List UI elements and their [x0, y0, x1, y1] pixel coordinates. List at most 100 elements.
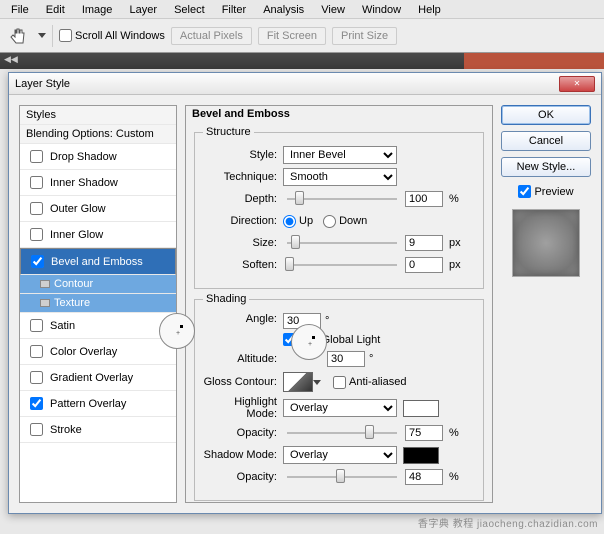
texture-icon — [40, 299, 50, 307]
anti-aliased-checkbox[interactable] — [333, 376, 346, 389]
inner-glow-checkbox[interactable] — [30, 228, 43, 241]
altitude-label: Altitude: — [203, 353, 283, 365]
size-label: Size: — [203, 237, 283, 249]
style-stroke[interactable]: Stroke — [20, 417, 176, 443]
preview-checkbox[interactable] — [518, 185, 531, 198]
style-inner-shadow[interactable]: Inner Shadow — [20, 170, 176, 196]
highlight-color-swatch[interactable] — [403, 400, 439, 417]
size-input[interactable] — [405, 235, 443, 251]
gloss-dropdown-icon[interactable] — [313, 380, 321, 385]
menu-view[interactable]: View — [314, 2, 352, 18]
menu-layer[interactable]: Layer — [122, 2, 164, 18]
pattern-overlay-checkbox[interactable] — [30, 397, 43, 410]
menu-select[interactable]: Select — [167, 2, 212, 18]
stroke-checkbox[interactable] — [30, 423, 43, 436]
style-inner-glow[interactable]: Inner Glow — [20, 222, 176, 248]
direction-up-radio[interactable] — [283, 215, 296, 228]
style-gradient-overlay[interactable]: Gradient Overlay — [20, 365, 176, 391]
layer-style-dialog: Layer Style ✕ Styles Blending Options: C… — [8, 72, 602, 514]
anti-aliased-label: Anti-aliased — [349, 376, 406, 388]
scroll-all-windows-checkbox[interactable] — [59, 29, 72, 42]
shadow-opacity-label: Opacity: — [203, 471, 283, 483]
soften-label: Soften: — [203, 259, 283, 271]
style-select[interactable]: Inner Bevel — [283, 146, 397, 164]
soften-input[interactable] — [405, 257, 443, 273]
gloss-contour-picker[interactable] — [283, 372, 313, 392]
cancel-button[interactable]: Cancel — [501, 131, 591, 151]
style-texture-sub[interactable]: Texture — [20, 294, 176, 313]
structure-group: Structure Style: Inner Bevel Technique: … — [194, 126, 484, 289]
fit-screen-button[interactable]: Fit Screen — [258, 27, 326, 45]
size-slider[interactable] — [287, 242, 397, 244]
print-size-button[interactable]: Print Size — [332, 27, 397, 45]
style-contour-sub[interactable]: Contour — [20, 275, 176, 294]
menu-window[interactable]: Window — [355, 2, 408, 18]
new-style-button[interactable]: New Style... — [501, 157, 591, 177]
shadow-mode-select[interactable]: Overlay — [283, 446, 397, 464]
highlight-opacity-unit: % — [449, 427, 459, 439]
menu-file[interactable]: File — [4, 2, 36, 18]
styles-list: Styles Blending Options: Custom Drop Sha… — [19, 105, 177, 503]
gloss-contour-label: Gloss Contour: — [203, 376, 283, 388]
styles-header[interactable]: Styles — [20, 106, 176, 125]
panel-title: Bevel and Emboss — [186, 106, 492, 122]
highlight-mode-select[interactable]: Overlay — [283, 399, 397, 417]
drop-shadow-checkbox[interactable] — [30, 150, 43, 163]
style-color-overlay[interactable]: Color Overlay — [20, 339, 176, 365]
depth-input[interactable] — [405, 191, 443, 207]
outer-glow-checkbox[interactable] — [30, 202, 43, 215]
highlight-opacity-slider[interactable] — [287, 432, 397, 434]
close-icon[interactable]: ✕ — [559, 76, 595, 92]
style-drop-shadow[interactable]: Drop Shadow — [20, 144, 176, 170]
satin-checkbox[interactable] — [30, 319, 43, 332]
highlight-opacity-input[interactable] — [405, 425, 443, 441]
style-bevel-emboss[interactable]: Bevel and Emboss — [20, 248, 176, 275]
preview-thumbnail — [512, 209, 580, 277]
depth-slider[interactable] — [287, 198, 397, 200]
bevel-panel: Bevel and Emboss Structure Style: Inner … — [185, 105, 493, 503]
style-outer-glow[interactable]: Outer Glow — [20, 196, 176, 222]
ok-button[interactable]: OK — [501, 105, 591, 125]
angle-label: Angle: — [203, 313, 283, 325]
shadow-opacity-input[interactable] — [405, 469, 443, 485]
style-label: Style: — [203, 149, 283, 161]
style-pattern-overlay[interactable]: Pattern Overlay — [20, 391, 176, 417]
angle-altitude-dial[interactable]: + — [291, 324, 327, 360]
inner-shadow-checkbox[interactable] — [30, 176, 43, 189]
menu-analysis[interactable]: Analysis — [256, 2, 311, 18]
menu-help[interactable]: Help — [411, 2, 448, 18]
structure-legend: Structure — [203, 126, 254, 138]
altitude-input[interactable] — [327, 351, 365, 367]
gradient-overlay-checkbox[interactable] — [30, 371, 43, 384]
preview-label: Preview — [534, 186, 573, 198]
shadow-color-swatch[interactable] — [403, 447, 439, 464]
style-satin[interactable]: Satin — [20, 313, 176, 339]
shadow-opacity-slider[interactable] — [287, 476, 397, 478]
highlight-opacity-label: Opacity: — [203, 427, 283, 439]
menu-filter[interactable]: Filter — [215, 2, 253, 18]
color-overlay-checkbox[interactable] — [30, 345, 43, 358]
doc-prev-icon[interactable]: ◀◀ — [0, 53, 22, 66]
doc-tab-strip — [464, 53, 604, 69]
direction-down-radio[interactable] — [323, 215, 336, 228]
scroll-all-windows-label: Scroll All Windows — [75, 30, 165, 42]
dialog-title: Layer Style — [15, 78, 70, 90]
shadow-opacity-unit: % — [449, 471, 459, 483]
actual-pixels-button[interactable]: Actual Pixels — [171, 27, 252, 45]
bevel-emboss-checkbox[interactable] — [31, 255, 44, 268]
depth-unit: % — [449, 193, 459, 205]
menu-edit[interactable]: Edit — [39, 2, 72, 18]
soften-slider[interactable] — [287, 264, 397, 266]
hand-tool-icon[interactable] — [6, 25, 32, 47]
direction-label: Direction: — [203, 215, 283, 227]
shadow-mode-label: Shadow Mode: — [203, 449, 283, 461]
tool-dropdown-icon[interactable] — [38, 33, 46, 38]
technique-select[interactable]: Smooth — [283, 168, 397, 186]
highlight-mode-label: Highlight Mode: — [203, 396, 283, 420]
shading-group: Shading Angle: ° Use Global Light + — [194, 293, 484, 501]
menu-image[interactable]: Image — [75, 2, 120, 18]
blending-options-item[interactable]: Blending Options: Custom — [20, 125, 176, 144]
soften-unit: px — [449, 259, 461, 271]
angle-dial[interactable]: + — [159, 313, 195, 349]
depth-label: Depth: — [203, 193, 283, 205]
